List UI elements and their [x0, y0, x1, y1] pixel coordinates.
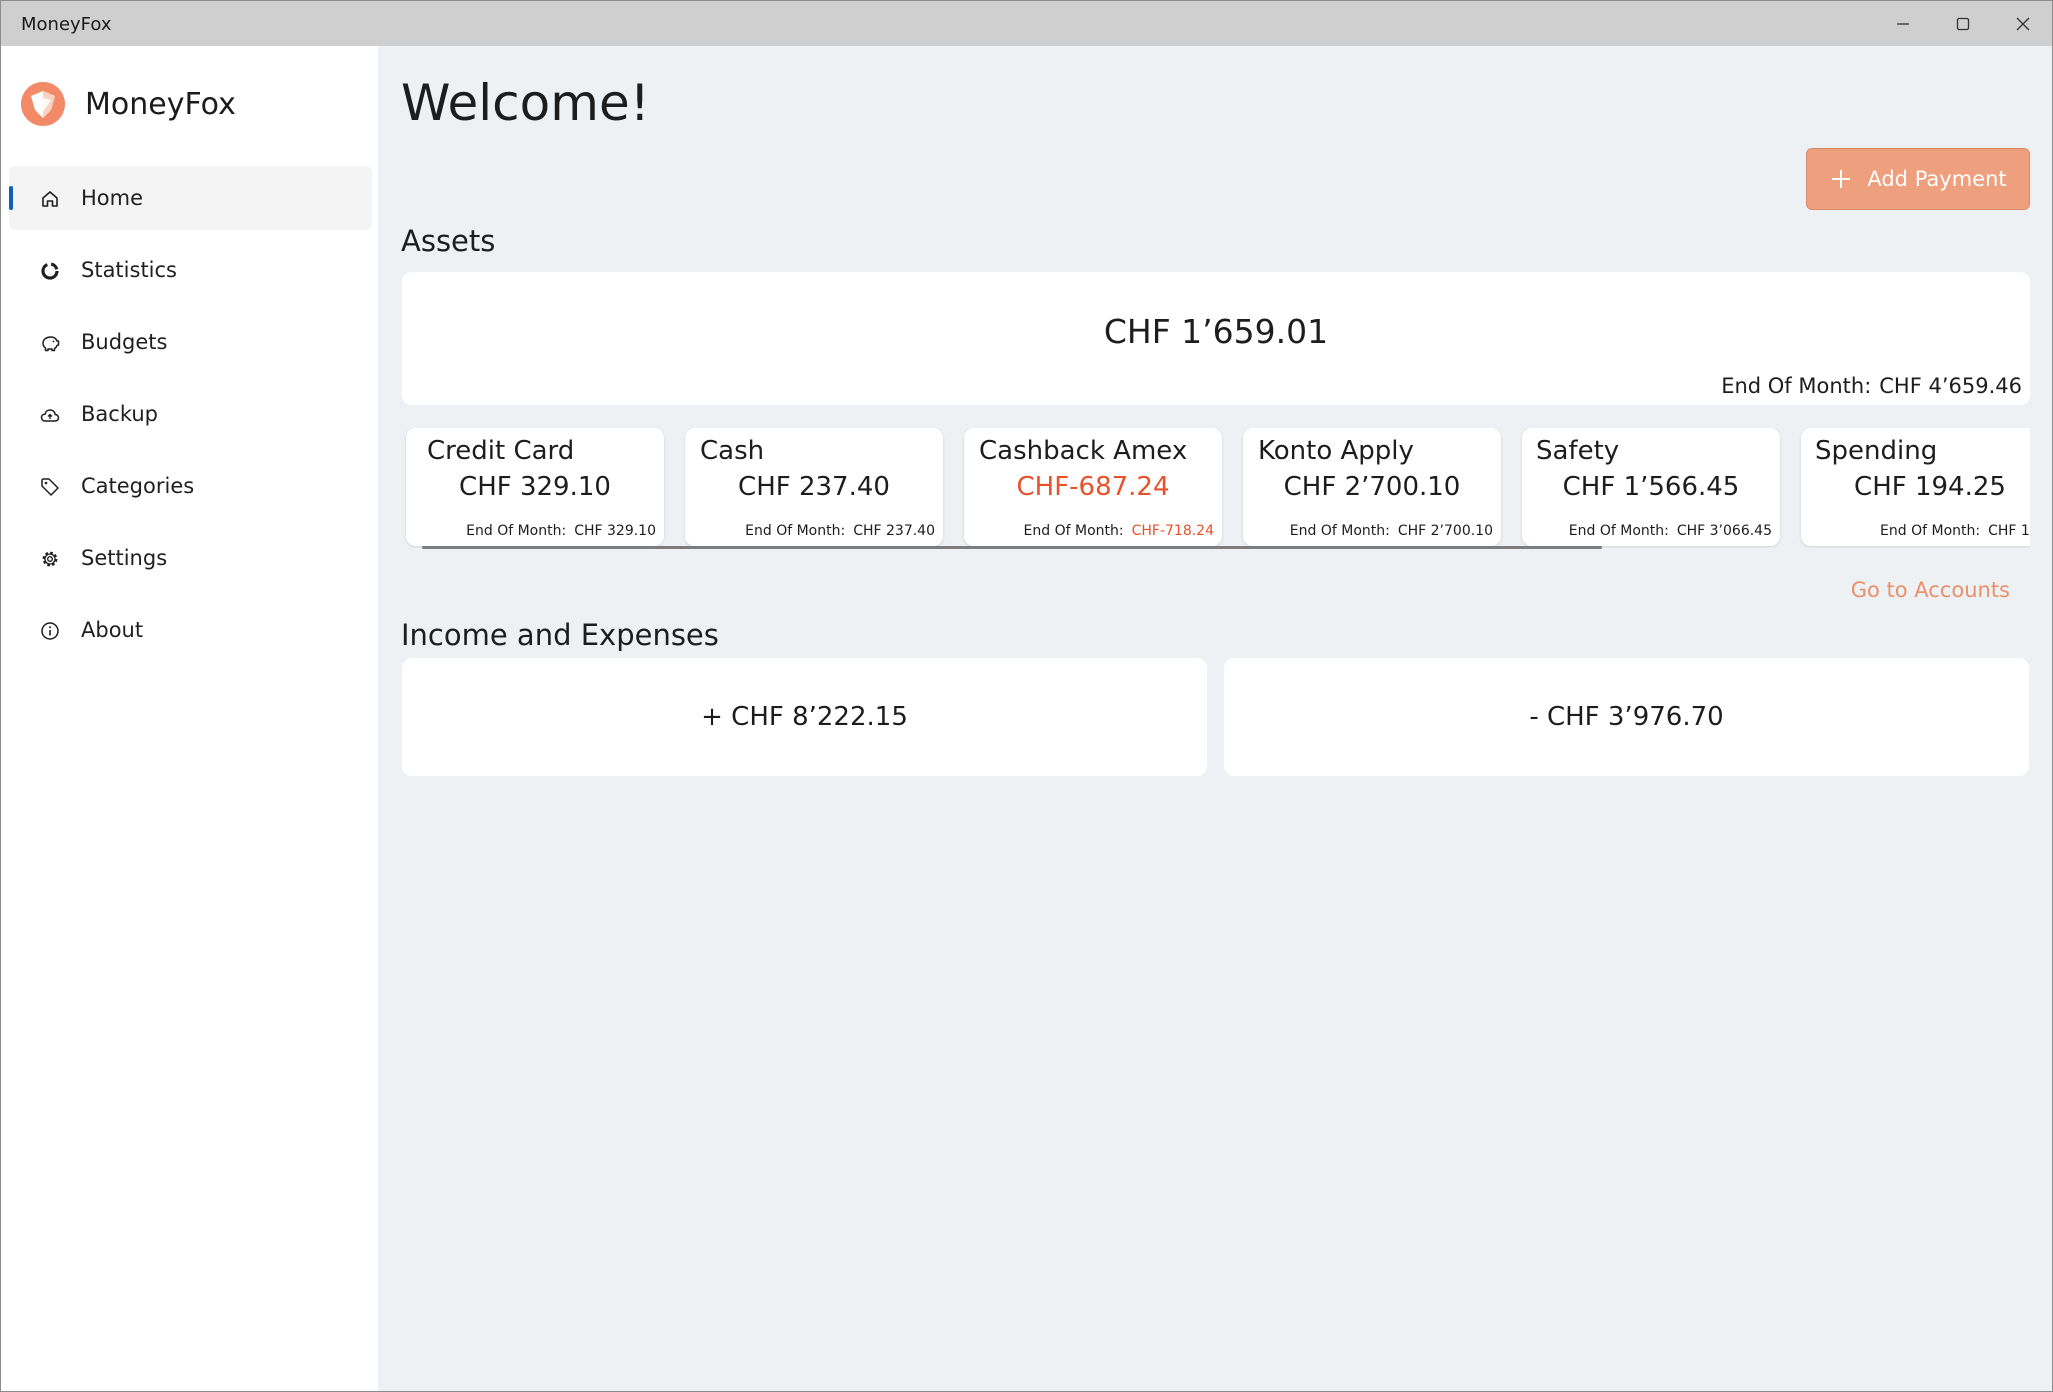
eom-value: CHF-718.24: [1131, 523, 1214, 539]
eom-value: CHF 4’659.46: [1879, 374, 2022, 398]
account-card-spending[interactable]: Spending CHF 194.25 End Of Month: CHF 1’7…: [1801, 428, 2030, 546]
account-card-safety[interactable]: Safety CHF 1’566.45 End Of Month: CHF 3’0…: [1522, 428, 1780, 546]
app-window: MoneyFox MoneyFox Home Statistics Budget…: [0, 0, 2053, 1392]
info-icon: [41, 622, 59, 640]
tag-icon: [41, 478, 59, 496]
account-end-of-month: End Of Month: CHF 237.40: [745, 523, 935, 539]
eom-value: CHF 2’700.10: [1397, 523, 1493, 539]
accounts-scrollbar[interactable]: [422, 546, 1602, 549]
sidebar-item-label: About: [81, 618, 144, 642]
income-expenses-title: Income and Expenses: [401, 618, 719, 652]
sidebar-item-about[interactable]: About: [9, 598, 372, 662]
account-name: Spending: [1815, 436, 1938, 466]
eom-label: End Of Month:: [1880, 523, 1981, 539]
expenses-card: - CHF 3’976.70: [1224, 658, 2029, 776]
account-balance: CHF 329.10: [459, 472, 611, 502]
account-name: Credit Card: [427, 436, 575, 466]
sidebar-item-label: Backup: [81, 402, 158, 426]
accounts-carousel[interactable]: Credit Card CHF 329.10 End Of Month: CHF …: [402, 428, 2030, 548]
account-end-of-month: End Of Month: CHF 1’750: [1880, 523, 2030, 539]
maximize-icon: [1956, 17, 1970, 30]
sidebar-nav: Home Statistics Budgets Backup Categorie…: [9, 166, 372, 670]
account-balance: CHF 237.40: [738, 472, 890, 502]
moneyfox-logo-icon: [21, 82, 65, 126]
eom-label: End Of Month:: [1023, 523, 1124, 539]
sidebar-item-label: Budgets: [81, 330, 168, 354]
eom-value: CHF 237.40: [853, 523, 935, 539]
account-card-konto-apply[interactable]: Konto Apply CHF 2’700.10 End Of Month: CH…: [1243, 428, 1501, 546]
page-title: Welcome!: [401, 74, 650, 132]
account-card-credit-card[interactable]: Credit Card CHF 329.10 End Of Month: CHF …: [406, 428, 664, 546]
account-name: Cash: [700, 436, 765, 466]
sidebar-item-label: Statistics: [81, 258, 177, 282]
brand: MoneyFox: [21, 82, 236, 126]
eom-label: End Of Month:: [1721, 374, 1872, 398]
add-payment-label: Add Payment: [1867, 167, 2007, 191]
sidebar-item-statistics[interactable]: Statistics: [9, 238, 372, 302]
account-name: Cashback Amex: [979, 436, 1188, 466]
plus-icon: [1832, 170, 1851, 188]
eom-value: CHF 3’066.45: [1676, 523, 1772, 539]
sidebar-item-label: Categories: [81, 474, 195, 498]
total-balance: CHF 1’659.01: [1103, 312, 1329, 351]
account-name: Konto Apply: [1258, 436, 1414, 466]
account-balance: CHF 2’700.10: [1283, 472, 1461, 502]
sidebar-item-backup[interactable]: Backup: [9, 382, 372, 446]
total-end-of-month: End Of Month: CHF 4’659.46: [1721, 374, 2022, 398]
expenses-amount: - CHF 3’976.70: [1529, 702, 1724, 732]
eom-label: End Of Month:: [1568, 523, 1669, 539]
pie-chart-icon: [41, 262, 59, 280]
eom-value: CHF 1’750: [1988, 523, 2030, 539]
sidebar-item-settings[interactable]: Settings: [9, 526, 372, 590]
account-end-of-month: End Of Month: CHF 3’066.45: [1569, 523, 1772, 539]
sidebar-item-label: Home: [81, 186, 144, 210]
gear-icon: [42, 551, 58, 567]
account-balance: CHF 1’566.45: [1562, 472, 1740, 502]
cloud-upload-icon: [40, 409, 60, 422]
close-button[interactable]: [1993, 1, 2052, 46]
account-card-cashback-amex[interactable]: Cashback Amex CHF-687.24 End Of Month: CH…: [964, 428, 1222, 546]
home-icon: [42, 191, 58, 207]
assets-title: Assets: [401, 224, 496, 258]
add-payment-button[interactable]: Add Payment: [1806, 148, 2030, 210]
eom-value: CHF 329.10: [574, 523, 656, 539]
account-end-of-month: End Of Month: CHF-718.24: [1024, 523, 1214, 539]
minimize-button[interactable]: [1873, 1, 1933, 46]
eom-label: End Of Month:: [1289, 523, 1390, 539]
sidebar: MoneyFox Home Statistics Budgets Backup …: [1, 46, 378, 1391]
main-content: Welcome! Add Payment Assets CHF 1’659.01…: [378, 46, 2052, 1391]
close-icon: [2016, 17, 2030, 30]
account-end-of-month: End Of Month: CHF 2’700.10: [1290, 523, 1493, 539]
income-card: + CHF 8’222.15: [402, 658, 1207, 776]
income-amount: + CHF 8’222.15: [701, 702, 908, 732]
account-card-cash[interactable]: Cash CHF 237.40 End Of Month: CHF 237.40: [685, 428, 943, 546]
total-assets-card: CHF 1’659.01 End Of Month: CHF 4’659.46: [402, 272, 2030, 405]
sidebar-item-label: Settings: [81, 546, 168, 570]
sidebar-item-home[interactable]: Home: [9, 166, 372, 230]
title-bar[interactable]: MoneyFox: [1, 1, 2052, 46]
eom-label: End Of Month:: [745, 523, 846, 539]
minimize-icon: [1897, 22, 1909, 25]
maximize-button[interactable]: [1933, 1, 1993, 46]
account-name: Safety: [1536, 436, 1620, 466]
sidebar-item-categories[interactable]: Categories: [9, 454, 372, 518]
account-balance: CHF 194.25: [1854, 472, 2006, 502]
window-title: MoneyFox: [21, 14, 112, 35]
eom-label: End Of Month:: [466, 523, 567, 539]
go-to-accounts-link[interactable]: Go to Accounts: [1851, 578, 2010, 602]
account-balance: CHF-687.24: [1016, 472, 1170, 502]
piggy-bank-icon: [42, 336, 60, 352]
account-end-of-month: End Of Month: CHF 329.10: [466, 523, 656, 539]
brand-name: MoneyFox: [85, 86, 236, 122]
sidebar-item-budgets[interactable]: Budgets: [9, 310, 372, 374]
